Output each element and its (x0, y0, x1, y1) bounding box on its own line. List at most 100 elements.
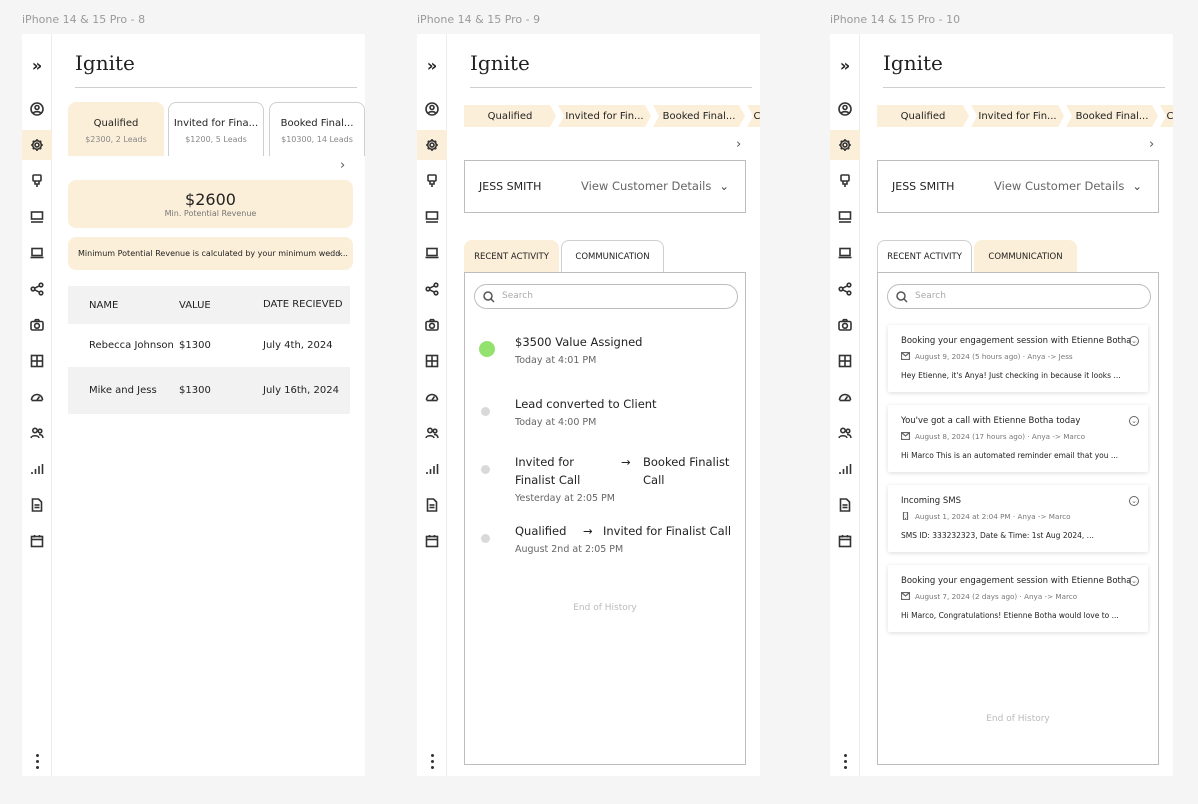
view-customer-details-button[interactable]: View Customer Details ⌄ (994, 179, 1142, 193)
user-icon[interactable] (830, 94, 860, 124)
calendar-icon[interactable] (417, 526, 447, 556)
icon-rail: » (22, 34, 52, 776)
message-preview: Hi Marco This is an automated reminder e… (901, 451, 1119, 460)
view-customer-details-button[interactable]: View Customer Details ⌄ (581, 179, 729, 193)
chevron-right-icon[interactable]: › (736, 137, 741, 152)
more-icon[interactable] (22, 750, 52, 772)
monitor-icon[interactable] (22, 202, 52, 232)
divider (883, 87, 1165, 88)
brand-title: Ignite (883, 51, 943, 75)
expand-circle-icon[interactable]: ⌄ (1129, 576, 1139, 586)
frame-label: iPhone 14 & 15 Pro - 10 (830, 13, 961, 26)
message-card[interactable]: Booking your engagement session with Eti… (888, 565, 1148, 632)
stage-to: Invited for Finalist Call (603, 524, 732, 538)
bar-chart-icon[interactable] (830, 454, 860, 484)
bar-chart-icon[interactable] (22, 454, 52, 484)
more-icon[interactable] (417, 750, 447, 772)
expand-circle-icon[interactable]: ⌄ (1129, 416, 1139, 426)
document-icon[interactable] (830, 490, 860, 520)
activity-time: August 2nd at 2:05 PM (515, 544, 624, 555)
share-icon[interactable] (830, 274, 860, 304)
chevron-down-icon: ⌄ (1132, 179, 1142, 193)
share-icon[interactable] (417, 274, 447, 304)
speedometer-icon[interactable] (417, 382, 447, 412)
laptop-icon[interactable] (22, 238, 52, 268)
monitor-icon[interactable] (417, 202, 447, 232)
user-icon[interactable] (417, 94, 447, 124)
brush-icon[interactable] (22, 166, 52, 196)
brush-icon[interactable] (417, 166, 447, 196)
grid-icon[interactable] (417, 346, 447, 376)
users-icon[interactable] (22, 418, 52, 448)
tab-recent-activity[interactable]: RECENT ACTIVITY (464, 240, 559, 273)
stage-chip-qualified[interactable]: Qualified (877, 105, 969, 127)
stage-from: Qualified (515, 524, 567, 538)
gear-icon[interactable] (22, 130, 52, 160)
bar-chart-icon[interactable] (417, 454, 447, 484)
message-meta: August 7, 2024 (2 days ago) · Anya -> Ma… (915, 592, 1078, 601)
phone-screen-8: » Ignite Qualified $2300, 2 Leads Invite… (22, 34, 365, 776)
tab-communication[interactable]: COMMUNICATION (561, 240, 664, 273)
chevron-right-icon[interactable]: › (1149, 137, 1154, 152)
stage-chip-invited[interactable]: Invited for Fin... (971, 105, 1064, 127)
grid-icon[interactable] (830, 346, 860, 376)
tab-recent-activity[interactable]: RECENT ACTIVITY (877, 240, 972, 273)
stage-chip-booked[interactable]: Booked Final... (1066, 105, 1158, 127)
cell-name: Rebecca Johnson (89, 339, 174, 351)
search-placeholder: Search (502, 291, 533, 301)
search-input[interactable]: Search (887, 284, 1151, 309)
search-input[interactable]: Search (474, 284, 738, 309)
search-icon (483, 291, 495, 303)
revenue-info-dropdown[interactable]: Minimum Potential Revenue is calculated … (68, 237, 353, 270)
camera-icon[interactable] (830, 310, 860, 340)
calendar-icon[interactable] (22, 526, 52, 556)
speedometer-icon[interactable] (22, 382, 52, 412)
gear-icon[interactable] (830, 130, 860, 160)
message-card[interactable]: Incoming SMS ⌄ August 1, 2024 at 2:04 PM… (888, 485, 1148, 552)
user-icon[interactable] (22, 94, 52, 124)
brush-icon[interactable] (830, 166, 860, 196)
gear-icon[interactable] (417, 130, 447, 160)
stage-pipeline: Qualified Invited for Fin... Booked Fina… (464, 105, 760, 127)
stage-chip-booked[interactable]: Booked Final... (653, 105, 745, 127)
tab-communication[interactable]: COMMUNICATION (974, 240, 1077, 273)
stage-pipeline: Qualified Invited for Fin... Booked Fina… (877, 105, 1173, 127)
message-preview: Hey Etienne, it's Anya! Just checking in… (901, 371, 1121, 380)
expand-circle-icon[interactable]: ⌄ (1129, 496, 1139, 506)
share-icon[interactable] (22, 274, 52, 304)
users-icon[interactable] (417, 418, 447, 448)
camera-icon[interactable] (22, 310, 52, 340)
more-icon[interactable] (830, 750, 860, 772)
camera-icon[interactable] (417, 310, 447, 340)
message-card[interactable]: You've got a call with Etienne Botha tod… (888, 405, 1148, 472)
laptop-icon[interactable] (830, 238, 860, 268)
stage-chip-qualified[interactable]: Qualified (464, 105, 556, 127)
stage-chip-next[interactable]: C (1160, 105, 1173, 127)
table-header: NAME VALUE DATE RECIEVED (68, 286, 350, 324)
expand-icon[interactable]: » (417, 50, 447, 80)
table-row[interactable]: Rebecca Johnson $1300 July 4th, 2024 (68, 324, 350, 367)
table-row[interactable]: Mike and Jess $1300 July 16th, 2024 (68, 367, 350, 414)
expand-icon[interactable]: » (22, 50, 52, 80)
cell-date: July 16th, 2024 (263, 384, 339, 396)
message-card[interactable]: Booking your engagement session with Eti… (888, 325, 1148, 392)
laptop-icon[interactable] (417, 238, 447, 268)
document-icon[interactable] (417, 490, 447, 520)
stage-card-booked[interactable]: Booked Final... $10300, 14 Leads (269, 102, 365, 156)
monitor-icon[interactable] (830, 202, 860, 232)
stage-chip-invited[interactable]: Invited for Fin... (558, 105, 651, 127)
stage-card-qualified[interactable]: Qualified $2300, 2 Leads (68, 102, 164, 156)
users-icon[interactable] (830, 418, 860, 448)
stage-title: Invited for Fina... (173, 118, 259, 129)
mail-icon (900, 591, 911, 601)
expand-icon[interactable]: » (830, 50, 860, 80)
stage-chip-next[interactable]: C (747, 105, 760, 127)
stage-card-invited[interactable]: Invited for Fina... $1200, 5 Leads (168, 102, 264, 156)
calendar-icon[interactable] (830, 526, 860, 556)
expand-circle-icon[interactable]: ⌄ (1129, 336, 1139, 346)
speedometer-icon[interactable] (830, 382, 860, 412)
document-icon[interactable] (22, 490, 52, 520)
grid-icon[interactable] (22, 346, 52, 376)
chevron-right-icon[interactable]: › (340, 158, 345, 173)
status-dot (481, 465, 490, 474)
